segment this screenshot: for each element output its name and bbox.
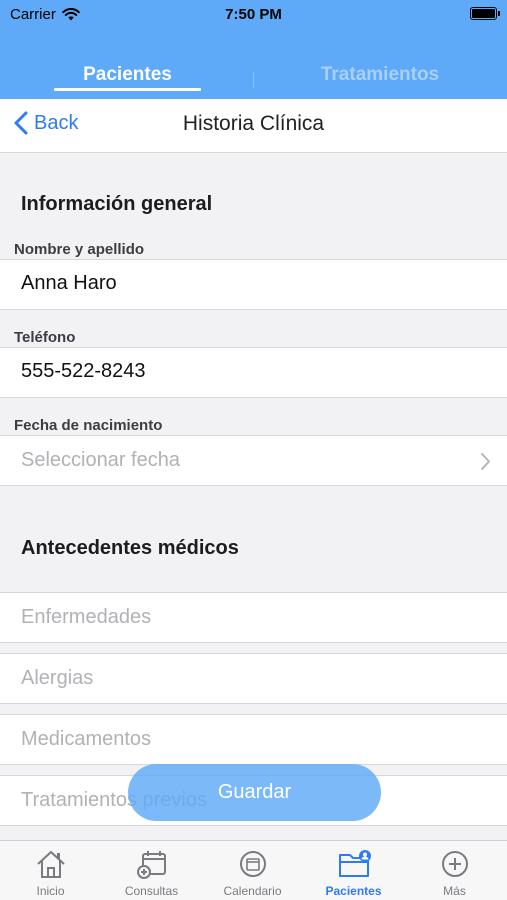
phone-value: 555-522-8243 xyxy=(21,360,146,382)
allergies-placeholder: Alergias xyxy=(21,667,94,689)
save-button[interactable]: Guardar xyxy=(128,764,381,821)
tab-mas[interactable]: Más xyxy=(404,841,505,900)
tab-mas-label: Más xyxy=(443,884,466,898)
name-value: Anna Haro xyxy=(21,272,117,294)
section-title-general: Información general xyxy=(21,193,213,215)
medications-field[interactable]: Medicamentos xyxy=(0,714,507,765)
tab-consultas[interactable]: Consultas xyxy=(101,841,202,900)
section-title-medical: Antecedentes médicos xyxy=(21,537,239,559)
plus-circle-icon xyxy=(441,851,468,877)
diseases-placeholder: Enfermedades xyxy=(21,606,152,628)
calendar-add-icon xyxy=(136,851,166,879)
chevron-right-icon xyxy=(481,453,490,470)
tab-inicio[interactable]: Inicio xyxy=(0,841,101,900)
top-tabs: Pacientes Tratamientos xyxy=(0,58,507,94)
page-title: Historia Clínica xyxy=(182,112,325,135)
tab-calendario-label: Calendario xyxy=(223,884,282,898)
tab-pacientes-bottom[interactable]: Pacientes xyxy=(303,841,404,900)
tab-inicio-label: Inicio xyxy=(36,884,65,898)
tab-pacientes-bottom-label: Pacientes xyxy=(325,884,382,898)
birthdate-selector[interactable]: Seleccionar fecha xyxy=(0,435,507,486)
diseases-field[interactable]: Enfermedades xyxy=(0,592,507,643)
header-bar: Carrier 7:50 PM Pacientes Tratamientos xyxy=(0,0,507,99)
tab-calendario[interactable]: Calendario xyxy=(202,841,303,900)
phone-label: Teléfono xyxy=(14,329,76,346)
tab-tratamientos[interactable]: Tratamientos xyxy=(300,58,460,94)
status-bar: Carrier 7:50 PM xyxy=(0,0,507,30)
name-label: Nombre y apellido xyxy=(14,241,145,258)
tab-consultas-label: Consultas xyxy=(124,884,179,898)
name-field[interactable]: Anna Haro xyxy=(0,259,507,310)
battery-icon xyxy=(470,7,500,20)
allergies-field[interactable]: Alergias xyxy=(0,653,507,704)
birthdate-placeholder: Seleccionar fecha xyxy=(21,449,180,471)
bottom-tab-bar: Inicio Consultas Calendario Pacientes Má… xyxy=(0,840,507,900)
phone-field[interactable]: 555-522-8243 xyxy=(0,347,507,398)
home-icon xyxy=(36,851,65,878)
tab-pacientes[interactable]: Pacientes xyxy=(54,58,201,94)
navigation-bar: Back Historia Clínica xyxy=(0,99,507,153)
birthdate-label: Fecha de nacimiento xyxy=(14,417,163,434)
medications-placeholder: Medicamentos xyxy=(21,728,152,750)
status-time: 7:50 PM xyxy=(225,6,282,23)
patients-folder-icon xyxy=(338,850,371,877)
calendar-icon xyxy=(239,851,266,877)
tab-divider xyxy=(253,72,254,88)
